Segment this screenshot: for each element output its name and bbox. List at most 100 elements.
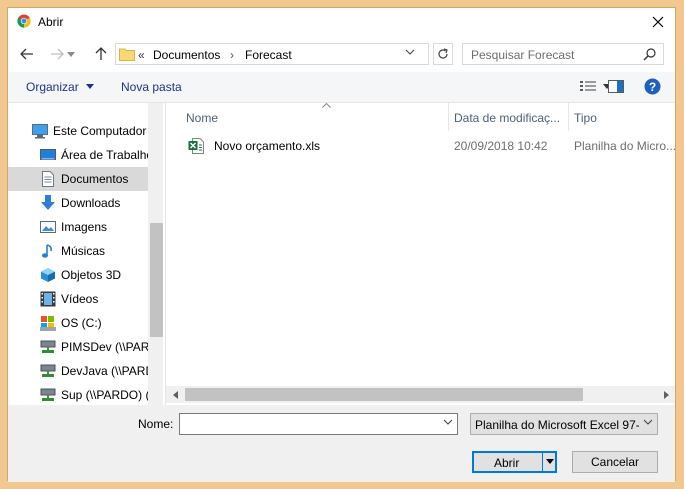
sidebar-item-objetos-3d[interactable]: Objetos 3D (8, 263, 148, 287)
sidebar-item-documentos[interactable]: Documentos (8, 167, 148, 191)
arrow-up-icon (95, 47, 107, 60)
open-button[interactable]: Abrir (472, 451, 557, 473)
content-area: Este Computador Área de Trabalho Documen… (8, 103, 677, 405)
column-header-date[interactable]: Data de modificaç... (448, 103, 568, 131)
view-options-button[interactable] (580, 80, 612, 95)
music-icon (42, 244, 52, 258)
horizontal-scroll-thumb[interactable] (185, 388, 583, 401)
excel-file-icon (188, 138, 204, 154)
up-button[interactable] (92, 45, 110, 63)
navigation-pane: Este Computador Área de Trabalho Documen… (8, 103, 163, 405)
chevron-right-icon (663, 391, 669, 399)
chevron-down-icon (86, 84, 95, 89)
sidebar-item-pimsdev[interactable]: PIMSDev (\\PAR (8, 335, 149, 359)
network-drive-icon (40, 364, 56, 377)
chevron-down-icon[interactable] (405, 49, 415, 55)
sidebar-item-musicas[interactable]: Músicas (8, 239, 148, 263)
sidebar-item-label: Este Computador (53, 124, 147, 138)
file-type-value: Planilha do Microsoft Excel 97-2 (475, 418, 639, 432)
back-button[interactable] (18, 45, 36, 63)
documents-icon (42, 171, 54, 187)
column-header-label: Tipo (574, 111, 597, 125)
sidebar-scrollbar[interactable] (148, 103, 163, 405)
breadcrumb-forecast[interactable]: Forecast (245, 48, 292, 62)
sidebar-item-devjava[interactable]: DevJava (\\PARD (8, 359, 154, 383)
arrow-left-icon (20, 48, 33, 60)
network-drive-icon (40, 388, 56, 401)
desktop-icon (40, 149, 56, 160)
3d-objects-icon (41, 268, 55, 282)
scroll-left-button[interactable] (169, 389, 181, 401)
breadcrumb-documentos[interactable]: Documentos (153, 48, 220, 62)
chevron-down-icon[interactable] (546, 459, 554, 464)
refresh-button[interactable] (433, 43, 453, 65)
help-icon: ? (644, 78, 661, 95)
column-header-name[interactable]: Nome (180, 103, 448, 131)
recent-locations-button[interactable] (66, 45, 76, 63)
new-folder-button[interactable]: Nova pasta (121, 80, 182, 94)
pictures-icon (40, 221, 56, 233)
cancel-button[interactable]: Cancelar (572, 451, 658, 473)
column-header-type[interactable]: Tipo (568, 103, 675, 131)
preview-pane-button[interactable] (608, 80, 624, 96)
chrome-icon (17, 14, 31, 28)
search-box[interactable] (462, 43, 664, 65)
file-date: 20/09/2018 10:42 (454, 139, 548, 153)
window-title: Abrir (38, 15, 64, 29)
sidebar-item-label: Sup (\\PARDO) ( (61, 388, 150, 402)
sidebar-item-imagens[interactable]: Imagens (8, 215, 148, 239)
arrow-right-icon (51, 48, 64, 60)
file-type-select[interactable]: Planilha do Microsoft Excel 97-2 (470, 413, 658, 435)
videos-icon (40, 291, 56, 307)
title-bar: Abrir (8, 8, 675, 36)
open-file-dialog: Abrir « Documentos › Forecast Pesquisar … (7, 7, 677, 482)
search-input[interactable] (469, 47, 643, 63)
organize-label: Organizar (26, 80, 79, 94)
sidebar-item-sup[interactable]: Sup (\\PARDO) ( (8, 383, 150, 405)
dialog-footer: Nome: Planilha do Microsoft Excel 97-2 A… (8, 405, 675, 482)
file-name-input[interactable] (184, 417, 438, 433)
chevron-left-icon (172, 391, 178, 399)
address-overflow[interactable]: « (138, 48, 145, 62)
preview-pane-icon (608, 80, 624, 93)
file-name-combobox[interactable] (179, 413, 458, 435)
scroll-right-button[interactable] (660, 389, 672, 401)
svg-text:?: ? (649, 80, 656, 94)
sidebar-item-label: Área de Trabalho (61, 148, 154, 162)
organize-menu[interactable]: Organizar (26, 80, 95, 94)
file-name-label: Nome: (138, 417, 174, 431)
close-icon (652, 16, 664, 28)
file-type: Planilha do Micro... (574, 139, 677, 153)
command-bar: Organizar Nova pasta ? (8, 72, 675, 103)
close-button[interactable] (641, 8, 675, 36)
horizontal-scrollbar[interactable] (166, 386, 675, 403)
forward-button[interactable] (48, 45, 66, 63)
file-row[interactable]: Novo orçamento.xls 20/09/2018 10:42 Plan… (166, 135, 677, 157)
downloads-icon (41, 195, 55, 210)
split-divider (542, 453, 543, 471)
sidebar-item-este-computador[interactable]: Este Computador (8, 119, 148, 143)
sidebar-item-label: Músicas (61, 244, 106, 258)
sidebar-item-label: Imagens (61, 220, 108, 234)
sidebar-item-label: Objetos 3D (61, 268, 122, 282)
sidebar-scroll-thumb[interactable] (150, 223, 163, 337)
search-icon[interactable] (643, 47, 657, 61)
chevron-down-icon (67, 51, 75, 57)
drive-icon (40, 316, 56, 331)
sidebar-item-os-c[interactable]: OS (C:) (8, 311, 148, 335)
sidebar-item-videos[interactable]: Vídeos (8, 287, 148, 311)
sidebar-item-label: Vídeos (61, 292, 99, 306)
address-bar[interactable]: « Documentos › Forecast (115, 43, 429, 65)
sidebar-item-label: Downloads (61, 196, 121, 210)
refresh-icon (438, 48, 448, 59)
breadcrumb-separator: › (230, 48, 234, 62)
details-view-icon (580, 81, 596, 91)
column-header-label: Nome (186, 111, 219, 125)
chevron-down-icon[interactable] (443, 419, 453, 425)
sidebar-item-area-de-trabalho[interactable]: Área de Trabalho (8, 143, 153, 167)
sidebar-item-downloads[interactable]: Downloads (8, 191, 148, 215)
help-button[interactable]: ? (644, 78, 661, 98)
computer-icon (32, 124, 48, 139)
navigation-bar: « Documentos › Forecast (8, 36, 675, 72)
sidebar-item-label: Documentos (61, 172, 129, 186)
